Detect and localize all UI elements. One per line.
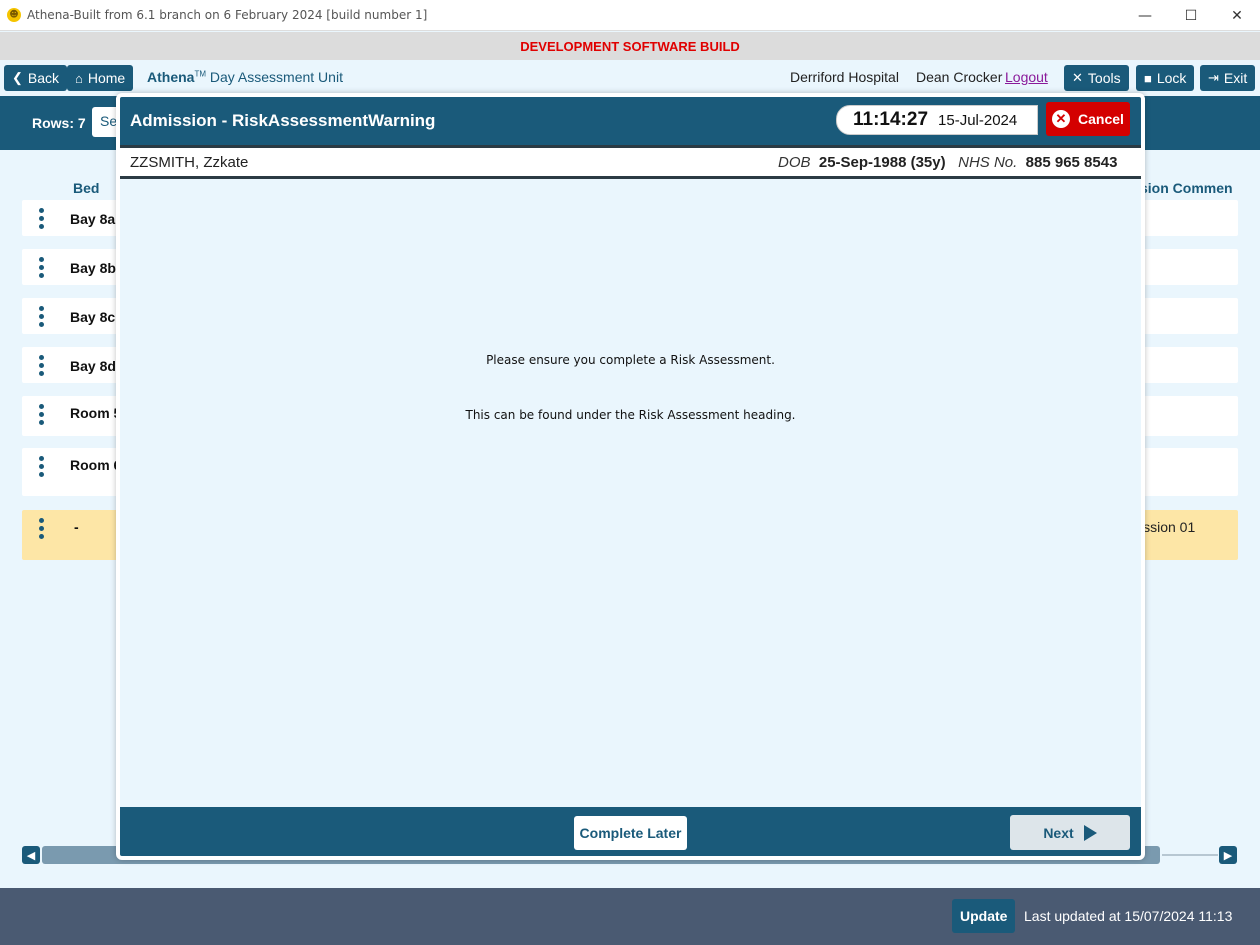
row-menu-icon[interactable] (39, 257, 45, 278)
row-bed: Bay 8b (70, 260, 116, 276)
exit-label: Exit (1223, 70, 1248, 86)
row-bed: - (74, 519, 79, 535)
next-button[interactable]: Next (1010, 815, 1130, 850)
complete-later-button[interactable]: Complete Later (574, 816, 687, 850)
row-menu-icon[interactable] (39, 306, 45, 327)
row-bed: Bay 8a (70, 211, 116, 227)
warning-message-2: This can be found under the Risk Assessm… (465, 408, 796, 422)
clock-date: 15-Jul-2024 (938, 111, 1018, 129)
dialog-title: Admission - RiskAssessmentWarning (130, 111, 436, 130)
tools-button[interactable]: ✕ Tools (1064, 65, 1129, 91)
user-name: Dean Crocker (916, 69, 1003, 85)
tools-icon: ✕ (1072, 70, 1083, 85)
home-icon: ⌂ (75, 70, 83, 86)
row-menu-icon[interactable] (39, 404, 45, 425)
row-menu-icon[interactable] (39, 518, 45, 539)
column-header-comment[interactable]: sion Commen (1140, 180, 1233, 196)
column-header-bed[interactable]: Bed (73, 180, 99, 196)
row-bed: Bay 8c (70, 309, 116, 325)
play-arrow-icon (1083, 824, 1097, 841)
next-label: Next (1043, 824, 1074, 841)
nav-bar: ❮ Back ⌂ Home AthenaTM Day Assessment Un… (0, 60, 1260, 96)
exit-button[interactable]: ⇥ Exit (1200, 65, 1256, 91)
close-window-button[interactable]: ✕ (1214, 0, 1260, 31)
row-bed: Room 5 (70, 405, 122, 421)
back-button[interactable]: ❮ Back (4, 65, 68, 91)
dob-value: 25-Sep-1988 (35y) (818, 154, 946, 171)
brand-name: Athena (147, 69, 195, 85)
last-updated-text: Last updated at 15/07/2024 11:13 (1024, 908, 1233, 924)
status-footer: Update Last updated at 15/07/2024 11:13 (0, 888, 1260, 945)
dialog-body: Please ensure you complete a Risk Assess… (120, 179, 1141, 807)
cancel-x-icon: ✕ (1052, 110, 1070, 128)
clock-display: 11:14:27 15-Jul-2024 (836, 105, 1038, 135)
patient-details: DOB 25-Sep-1988 (35y) NHS No. 885 965 85… (778, 154, 1117, 171)
window-controls: — ☐ ✕ (1122, 0, 1260, 31)
risk-assessment-dialog: Admission - RiskAssessmentWarning 11:14:… (116, 93, 1145, 860)
lock-label: Lock (1156, 70, 1187, 86)
scrollbar-track[interactable] (1162, 854, 1218, 856)
cancel-label: Cancel (1078, 111, 1124, 127)
lock-button[interactable]: ■ Lock (1136, 65, 1195, 91)
chevron-left-icon: ❮ (12, 70, 23, 85)
minimize-button[interactable]: — (1122, 0, 1168, 31)
update-button[interactable]: Update (952, 899, 1016, 933)
patient-banner: ZZSMITH, Zzkate DOB 25-Sep-1988 (35y) NH… (120, 145, 1141, 179)
maximize-button[interactable]: ☐ (1168, 0, 1214, 31)
nhs-value: 885 965 8543 (1025, 154, 1118, 171)
logout-link[interactable]: Logout (1005, 69, 1048, 85)
app-logo-icon: ☻ (7, 8, 21, 22)
app-brand: AthenaTM Day Assessment Unit (147, 69, 343, 85)
dob-label: DOB (778, 154, 811, 171)
home-label: Home (87, 70, 126, 86)
lock-icon: ■ (1144, 70, 1152, 86)
window-title: Athena-Built from 6.1 branch on 6 Februa… (27, 8, 428, 22)
dialog-footer: Complete Later Next (120, 807, 1141, 856)
scroll-right-icon[interactable]: ▶ (1219, 846, 1237, 864)
unit-name: Day Assessment Unit (209, 69, 343, 85)
home-button[interactable]: ⌂ Home (67, 65, 134, 91)
scroll-left-icon[interactable]: ◀ (22, 846, 40, 864)
exit-icon: ⇥ (1208, 70, 1219, 85)
row-bed: Room 6 (70, 457, 122, 473)
row-menu-icon[interactable] (39, 456, 45, 477)
dev-build-banner: DEVELOPMENT SOFTWARE BUILD (0, 32, 1260, 60)
patient-name: ZZSMITH, Zzkate (130, 154, 249, 171)
warning-message-1: Please ensure you complete a Risk Assess… (486, 353, 775, 367)
dialog-header: Admission - RiskAssessmentWarning 11:14:… (120, 97, 1141, 145)
clock-time: 11:14:27 (853, 109, 929, 130)
rows-count: Rows: 7 (32, 115, 86, 131)
row-menu-icon[interactable] (39, 208, 45, 229)
cancel-button[interactable]: ✕ Cancel (1046, 102, 1130, 136)
brand-tm: TM (194, 69, 207, 79)
row-menu-icon[interactable] (39, 355, 45, 376)
row-bed: Bay 8d (70, 358, 116, 374)
hospital-name: Derriford Hospital (790, 69, 899, 85)
row-comment: ission 01 (1140, 519, 1196, 535)
back-label: Back (27, 70, 60, 86)
nhs-label: NHS No. (958, 154, 1018, 171)
tools-label: Tools (1087, 70, 1121, 86)
window-titlebar: ☻ Athena-Built from 6.1 branch on 6 Febr… (0, 0, 1260, 31)
